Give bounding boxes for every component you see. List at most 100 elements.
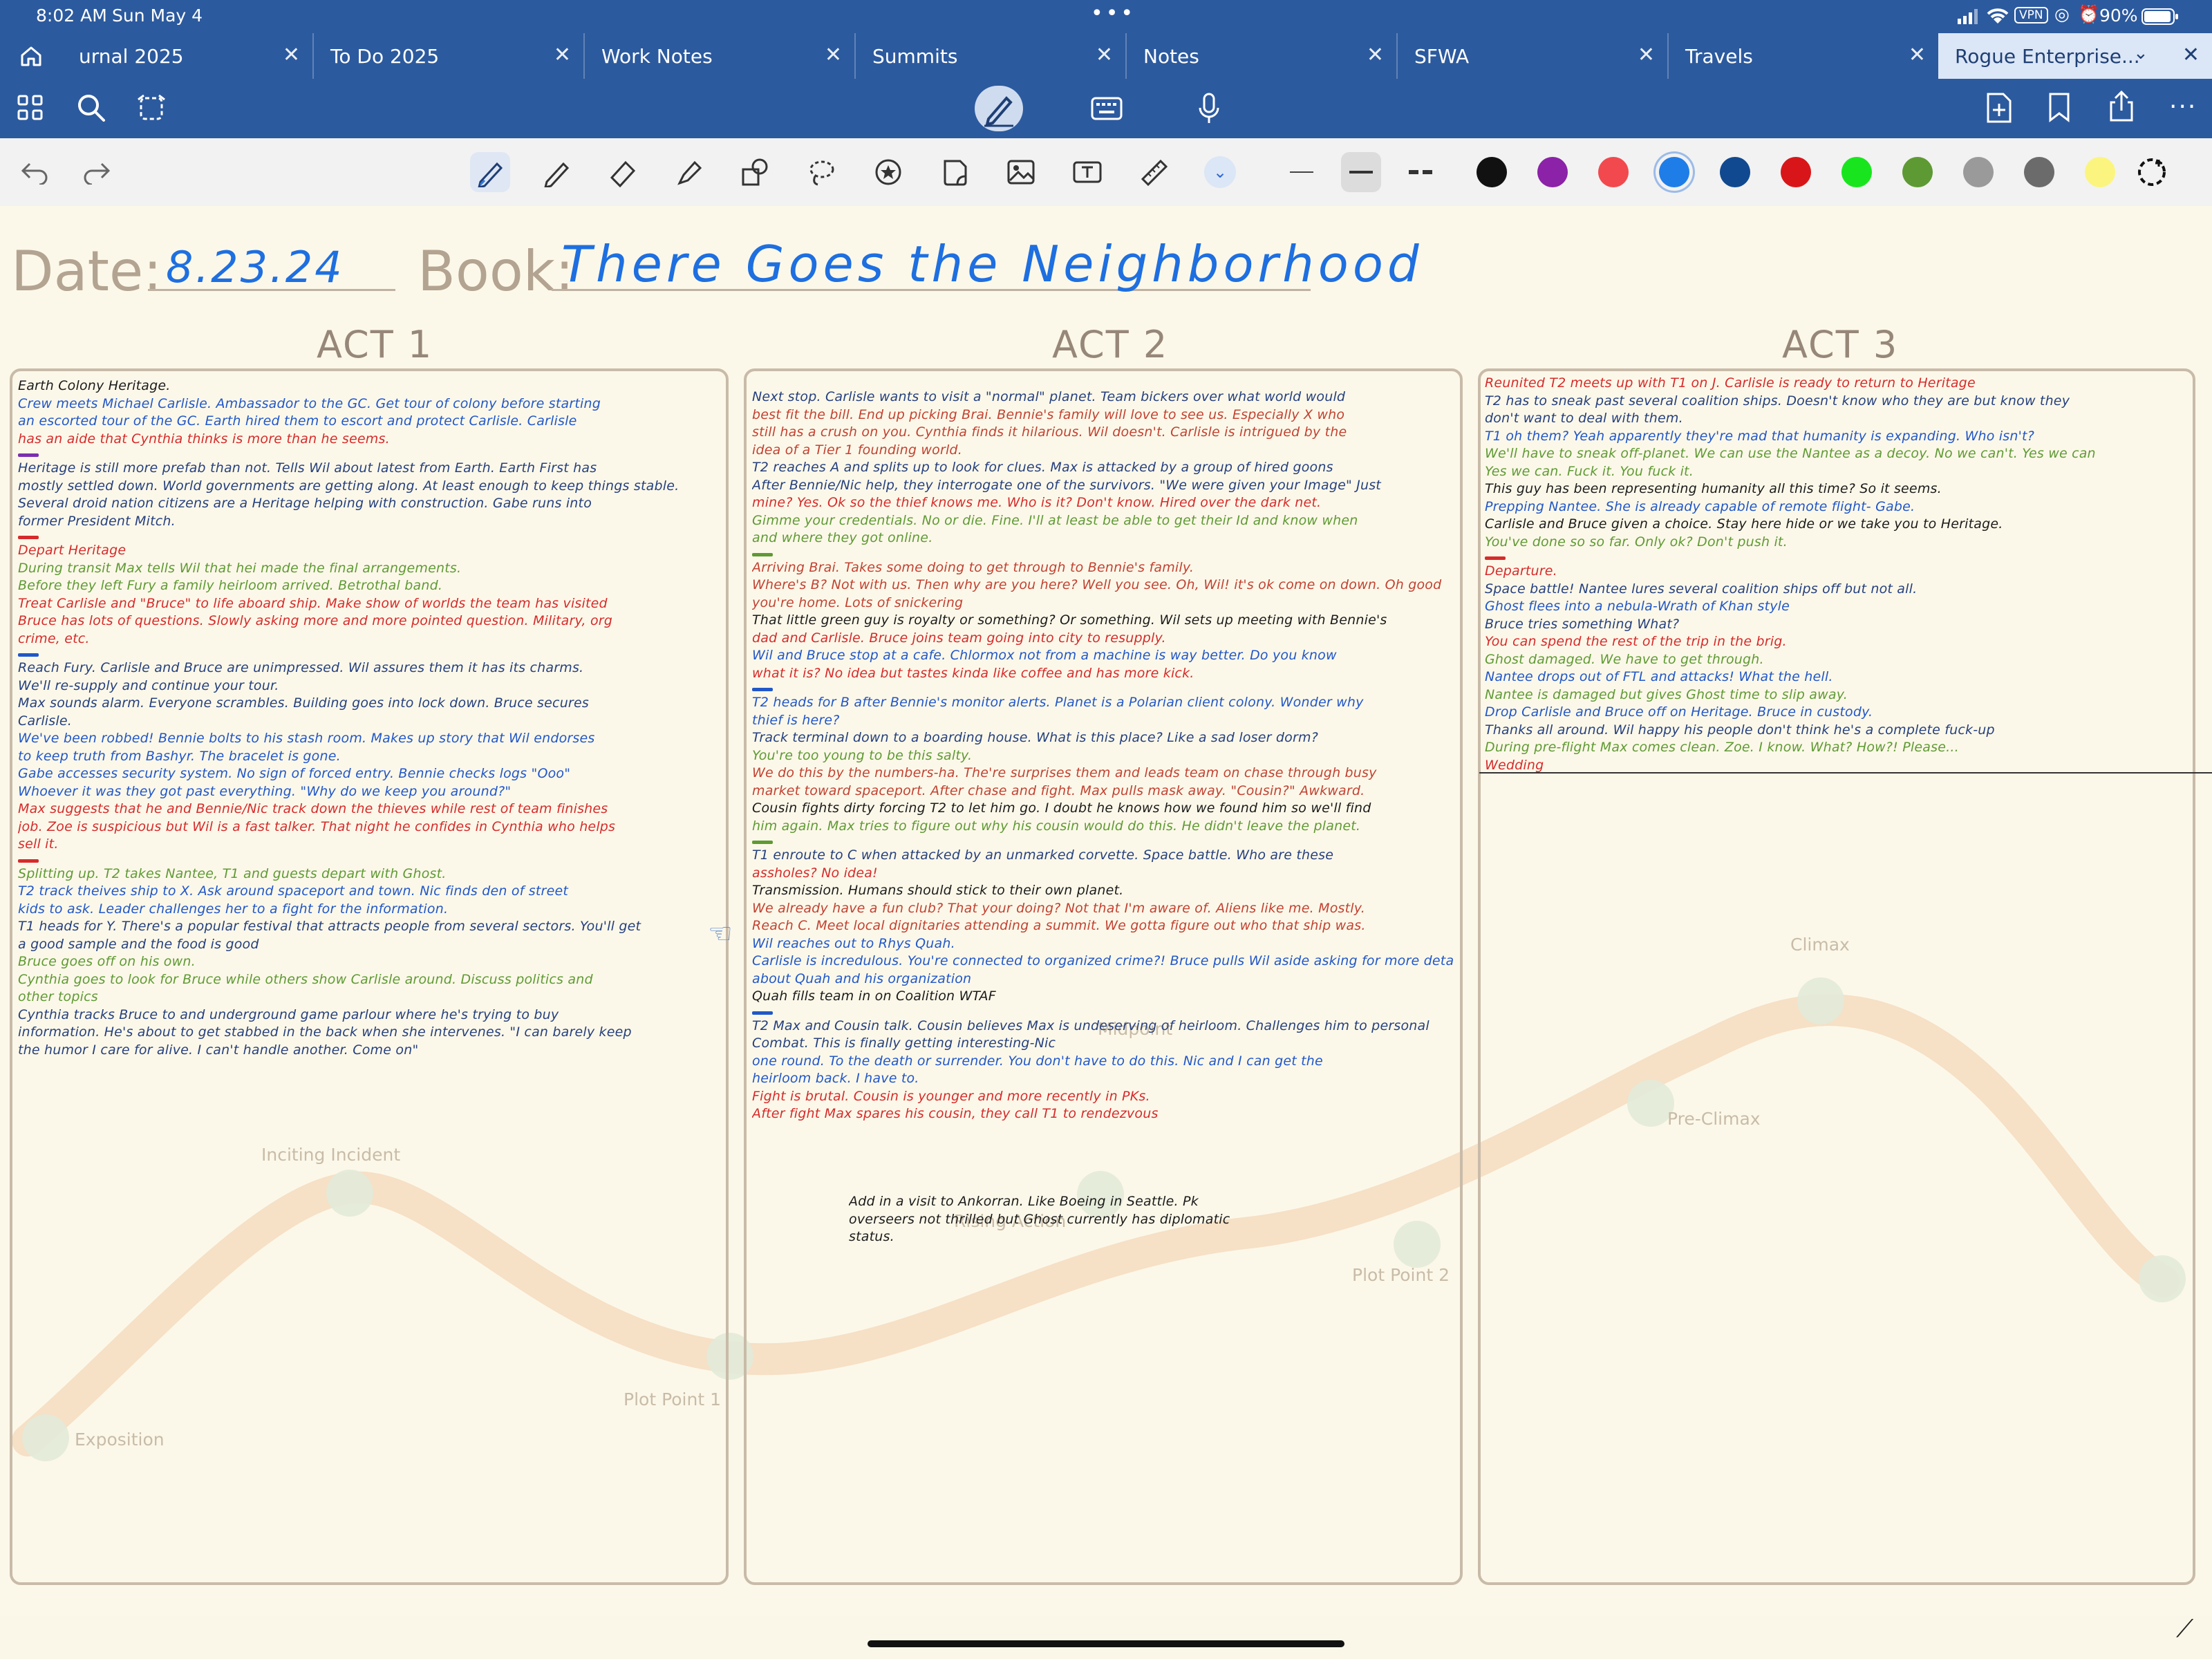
note-line: Ghost damaged. We have to get through. bbox=[1485, 651, 1764, 667]
note-line: kids to ask. Leader challenges her to a … bbox=[18, 901, 449, 917]
search-icon[interactable] bbox=[76, 93, 106, 126]
color-swatch[interactable] bbox=[1720, 157, 1750, 187]
close-icon[interactable]: ✕ bbox=[1909, 43, 1926, 67]
tab-work-notes[interactable]: Work Notes ✕ bbox=[583, 33, 854, 79]
note-line: T2 has to sneak past several coalition s… bbox=[1485, 393, 2070, 409]
book-title[interactable]: There Goes the Neighborhood bbox=[561, 235, 1423, 293]
bookmark-icon[interactable] bbox=[2047, 91, 2071, 126]
close-icon[interactable]: ✕ bbox=[825, 43, 842, 67]
close-icon[interactable]: ✕ bbox=[1367, 43, 1384, 67]
note-line: crime, etc. bbox=[18, 630, 90, 646]
close-icon[interactable]: ✕ bbox=[1096, 43, 1113, 67]
stroke-dashed[interactable] bbox=[1400, 152, 1441, 192]
pen-mode-button[interactable] bbox=[975, 86, 1023, 131]
tab-travels[interactable]: Travels ✕ bbox=[1667, 33, 1938, 79]
more-tools-button[interactable]: ⌄ bbox=[1204, 156, 1236, 188]
note-line: Cynthia goes to look for Bruce while oth… bbox=[18, 971, 593, 987]
eraser-tool[interactable] bbox=[603, 152, 643, 192]
tab-rogue-enterprise[interactable]: Rogue Enterprise... ⌄ ✕ bbox=[1938, 33, 2212, 79]
color-swatch[interactable] bbox=[1659, 157, 1689, 187]
home-indicator[interactable] bbox=[868, 1640, 1344, 1647]
undo-button[interactable] bbox=[15, 152, 55, 192]
note-line: We already have a fun club? That your do… bbox=[752, 900, 1365, 916]
act-2-side-note[interactable]: Add in a visit to Ankorran. Like Boeing … bbox=[849, 1193, 1264, 1246]
close-icon[interactable]: ✕ bbox=[554, 43, 571, 67]
keyboard-icon[interactable] bbox=[1091, 97, 1123, 123]
shape-tool[interactable] bbox=[735, 152, 776, 192]
note-line: We'll have to sneak off-planet. We can u… bbox=[1485, 446, 2096, 461]
note-line: Reunited T2 meets up with T1 on J. Carli… bbox=[1485, 375, 1976, 391]
alarm-icon: ⏰ bbox=[2078, 4, 2100, 24]
add-page-icon[interactable] bbox=[1985, 91, 2013, 127]
stroke-thin[interactable] bbox=[1282, 152, 1322, 192]
color-swatch[interactable] bbox=[2085, 157, 2115, 187]
color-swatch[interactable] bbox=[1841, 157, 1872, 187]
date-value[interactable]: 8.23.24 bbox=[166, 242, 344, 292]
note-line: Drop Carlisle and Bruce off on Heritage.… bbox=[1485, 704, 1873, 720]
redo-button[interactable] bbox=[76, 152, 116, 192]
tab-journal-2025[interactable]: urnal 2025 ✕ bbox=[62, 33, 312, 79]
share-icon[interactable] bbox=[2107, 90, 2136, 126]
note-line: Wil and Bruce stop at a cafe. Chlormox n… bbox=[752, 648, 1337, 663]
tab-label: To Do 2025 bbox=[330, 44, 440, 68]
note-line: dad and Carlisle. Bruce joins team going… bbox=[752, 630, 1166, 646]
tab-sfwa[interactable]: SFWA ✕ bbox=[1396, 33, 1667, 79]
tab-summits[interactable]: Summits ✕ bbox=[854, 33, 1125, 79]
tab-label: urnal 2025 bbox=[79, 44, 184, 68]
color-swatch[interactable] bbox=[1963, 157, 1994, 187]
stroke-medium[interactable] bbox=[1341, 152, 1381, 192]
act-1-notes[interactable]: Earth Colony Heritage. Crew meets Michael… bbox=[18, 377, 720, 1059]
tab-to-do-2025[interactable]: To Do 2025 ✕ bbox=[312, 33, 583, 79]
note-line: Space battle! Nantee lures several coali… bbox=[1485, 581, 1918, 597]
section-divider bbox=[18, 536, 39, 539]
pen-icon bbox=[478, 162, 503, 187]
tab-label: Work Notes bbox=[601, 44, 713, 68]
close-icon[interactable]: ✕ bbox=[283, 43, 300, 67]
color-swatch[interactable] bbox=[1477, 157, 1507, 187]
note-line: We've been robbed! Bennie bolts to his s… bbox=[18, 731, 595, 746]
ruler-tool[interactable] bbox=[1134, 152, 1174, 192]
chevron-down-icon[interactable]: ⌄ bbox=[2133, 43, 2148, 64]
grid-view-icon[interactable] bbox=[17, 94, 44, 124]
sticker-tool[interactable] bbox=[935, 152, 975, 192]
color-swatch[interactable] bbox=[1902, 157, 1933, 187]
lasso-tool[interactable] bbox=[802, 152, 842, 192]
close-icon[interactable]: ✕ bbox=[1638, 43, 1655, 67]
act-2-notes[interactable]: Next stop. Carlisle wants to visit a "no… bbox=[752, 388, 1454, 1123]
multitask-dots-icon[interactable]: ••• bbox=[1091, 1, 1136, 26]
lasso-select-icon[interactable] bbox=[135, 93, 167, 127]
color-swatch[interactable] bbox=[1598, 157, 1629, 187]
pencil-icon bbox=[544, 162, 570, 187]
act-3-notes[interactable]: Reunited T2 meets up with T1 on J. Carli… bbox=[1485, 375, 2187, 774]
image-tool[interactable] bbox=[1001, 152, 1041, 192]
highlighter-tool[interactable] bbox=[669, 152, 709, 192]
note-line: mine? Yes. Ok so the thief knows me. Who… bbox=[752, 495, 1322, 510]
elements-tool[interactable] bbox=[868, 152, 908, 192]
signal-icon bbox=[1958, 8, 1978, 28]
note-line: After Bennie/Nic help, they interrogate … bbox=[752, 477, 1381, 493]
microphone-icon[interactable] bbox=[1197, 93, 1221, 127]
section-divider bbox=[1485, 556, 1506, 560]
pencil-tool[interactable] bbox=[536, 152, 577, 192]
note-line: what it is? No idea but tastes kinda lik… bbox=[752, 665, 1194, 681]
color-swatch[interactable] bbox=[1781, 157, 1811, 187]
tab-notes[interactable]: Notes ✕ bbox=[1125, 33, 1396, 79]
note-line: T1 enroute to C when attacked by an unma… bbox=[752, 847, 1334, 863]
app-header: 8:02 AM Sun May 4 ••• VPN ◎ ⏰ 90% urnal … bbox=[0, 0, 2212, 138]
close-icon[interactable]: ✕ bbox=[2182, 43, 2200, 67]
note-line: Bruce has lots of questions. Slowly aski… bbox=[18, 613, 613, 628]
note-line: market toward spaceport. After chase and… bbox=[752, 782, 1365, 798]
note-line: about Quah and his organization bbox=[752, 971, 972, 986]
text-tool[interactable] bbox=[1067, 152, 1107, 192]
pen-icon bbox=[984, 96, 1013, 127]
note-line: one round. To the death or surrender. Yo… bbox=[752, 1053, 1323, 1069]
home-button[interactable] bbox=[0, 33, 62, 79]
color-swatch[interactable] bbox=[1537, 157, 1568, 187]
more-options-icon[interactable]: ··· bbox=[2169, 93, 2197, 121]
note-line: After fight Max spares his cousin, they … bbox=[752, 1106, 1159, 1121]
note-line: Transmission. Humans should stick to the… bbox=[752, 883, 1124, 898]
add-color-button[interactable] bbox=[2132, 152, 2172, 192]
color-swatch[interactable] bbox=[2024, 157, 2054, 187]
note-line: Quah fills team in on Coalition WTAF bbox=[752, 988, 996, 1004]
fountain-pen-tool[interactable] bbox=[470, 152, 510, 192]
